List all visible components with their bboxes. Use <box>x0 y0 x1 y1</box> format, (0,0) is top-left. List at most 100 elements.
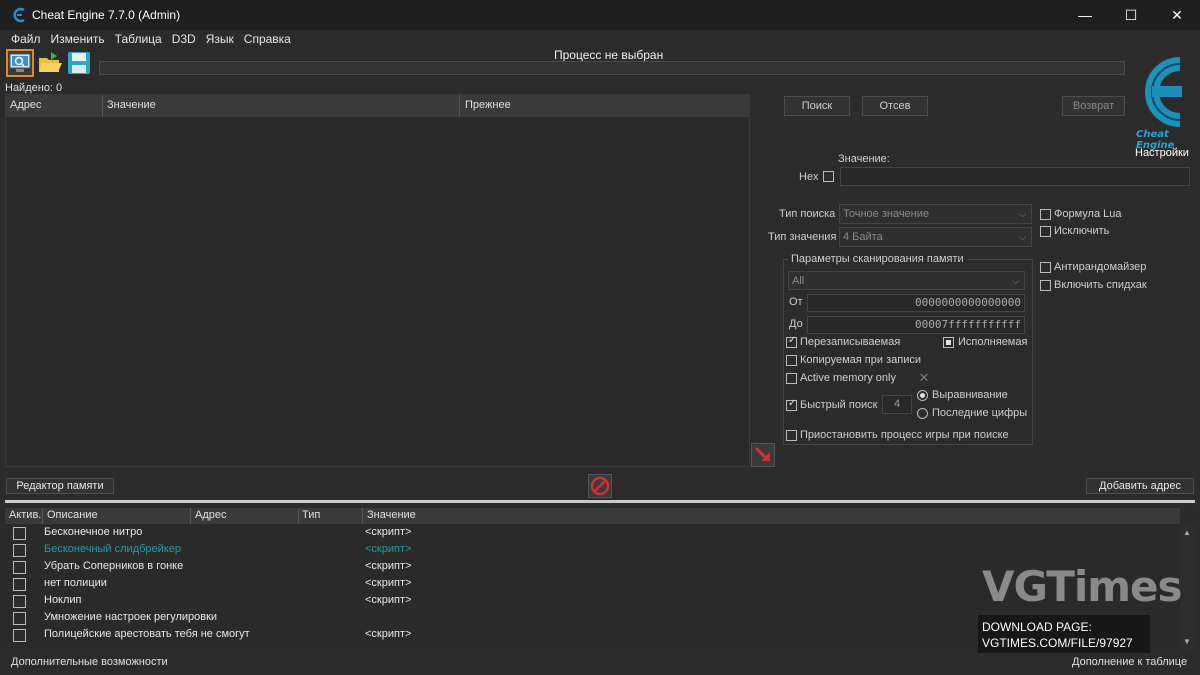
not-checkbox[interactable] <box>1040 226 1051 237</box>
close-icon[interactable]: ✕ <box>914 368 934 388</box>
scan-type-label: Тип поиска <box>779 208 836 220</box>
open-process-icon <box>9 53 31 72</box>
alignment-radio[interactable] <box>917 390 928 401</box>
save-button[interactable] <box>66 50 94 78</box>
open-process-button[interactable] <box>6 49 34 77</box>
column-value[interactable]: Значение <box>367 509 416 521</box>
active-checkbox[interactable] <box>13 612 26 625</box>
active-memory-checkbox[interactable] <box>786 373 797 384</box>
writable-checkbox[interactable] <box>786 335 797 348</box>
settings-link[interactable]: Настройки <box>1135 147 1189 159</box>
scan-type-select[interactable]: Точное значение ⌵ <box>839 204 1032 224</box>
column-address[interactable]: Адрес <box>195 509 227 521</box>
table-row[interactable]: Бесконечный слидбрейкер <скрипт> <box>5 542 1180 559</box>
column-separator <box>459 95 460 117</box>
cheat-engine-logo[interactable]: Cheat Engine <box>1128 50 1196 151</box>
found-list[interactable]: Адрес Значение Прежнее <box>5 94 750 467</box>
active-checkbox[interactable] <box>13 561 26 574</box>
fast-scan-checkbox[interactable] <box>786 398 797 411</box>
writable-label: Перезаписываемая <box>800 336 901 348</box>
window-title: Cheat Engine 7.7.0 (Admin) <box>32 8 181 22</box>
chevron-down-icon: ⌵ <box>1012 276 1019 286</box>
unrandomizer-checkbox[interactable] <box>1040 262 1051 273</box>
active-checkbox[interactable] <box>13 629 26 642</box>
column-type[interactable]: Тип <box>302 509 320 521</box>
menu-bar: Файл Изменить Таблица D3D Язык Справка <box>0 30 1200 48</box>
row-description: нет полиции <box>44 577 107 589</box>
copy-on-write-checkbox[interactable] <box>786 355 797 366</box>
stop-address-input[interactable]: 00007fffffffffff <box>807 316 1025 334</box>
column-description[interactable]: Описание <box>47 509 98 521</box>
row-description: Бесконечное нитро <box>44 526 143 538</box>
watermark-title: VGTimes <box>982 562 1183 611</box>
open-file-button[interactable] <box>37 50 65 78</box>
menu-file[interactable]: Файл <box>6 31 46 47</box>
watermark-line-1: DOWNLOAD PAGE: <box>982 620 1092 634</box>
row-description: Умножение настроек регулировки <box>44 611 218 623</box>
fast-scan-label: Быстрый поиск <box>800 399 878 411</box>
row-description: Полицейские арестовать тебя не смогут <box>44 628 250 640</box>
to-label: До <box>789 318 803 330</box>
unrandomizer-label: Антирандомайзер <box>1054 261 1147 273</box>
undo-scan-button[interactable]: Возврат <box>1062 96 1125 116</box>
memory-view-button[interactable]: Редактор памяти <box>6 478 114 494</box>
column-separator <box>42 508 43 524</box>
from-label: От <box>789 296 803 308</box>
fast-scan-alignment-input[interactable]: 4 <box>882 395 912 414</box>
scan-value-input[interactable] <box>840 167 1190 186</box>
scan-type-value: Точное значение <box>843 208 930 220</box>
open-file-icon <box>39 52 62 72</box>
pause-process-checkbox[interactable] <box>786 430 797 441</box>
active-checkbox[interactable] <box>13 595 26 608</box>
menu-help[interactable]: Справка <box>239 31 296 47</box>
lua-formula-checkbox[interactable] <box>1040 209 1051 220</box>
menu-edit[interactable]: Изменить <box>46 31 110 47</box>
active-checkbox[interactable] <box>13 544 26 557</box>
maximize-button[interactable]: ☐ <box>1108 0 1154 30</box>
active-checkbox[interactable] <box>13 527 26 540</box>
next-scan-button[interactable]: Отсев <box>862 96 928 116</box>
scroll-up-icon[interactable]: ▲ <box>1183 528 1191 537</box>
executable-checkbox[interactable] <box>943 337 954 348</box>
speedhack-checkbox[interactable] <box>1040 280 1051 291</box>
copy-on-write-label: Копируемая при записи <box>800 354 921 366</box>
memory-scan-options-title: Параметры сканирования памяти <box>788 253 967 265</box>
column-previous[interactable]: Прежнее <box>465 99 511 111</box>
menu-table[interactable]: Таблица <box>110 31 167 47</box>
row-description: Убрать Соперников в гонке <box>44 560 184 572</box>
scroll-down-icon[interactable]: ▼ <box>1183 637 1191 646</box>
hex-label: Hex <box>799 171 819 183</box>
row-value: <скрипт> <box>365 577 412 589</box>
memory-region-value: All <box>792 275 805 287</box>
row-description: Бесконечный слидбрейкер <box>44 543 181 555</box>
title-bar: Cheat Engine 7.7.0 (Admin) — ☐ ✕ <box>0 0 1200 30</box>
table-extras-link[interactable]: Дополнение к таблице <box>1072 656 1187 668</box>
found-list-header: Адрес Значение Прежнее <box>6 95 749 117</box>
chevron-down-icon: ⌵ <box>1019 232 1026 242</box>
last-digits-radio[interactable] <box>917 408 928 419</box>
row-value: <скрипт> <box>365 543 412 555</box>
active-checkbox[interactable] <box>13 578 26 591</box>
hex-checkbox[interactable] <box>823 171 834 182</box>
advanced-options-link[interactable]: Дополнительные возможности <box>11 656 168 668</box>
value-type-select[interactable]: 4 Байта ⌵ <box>839 227 1032 247</box>
add-selected-to-list-button[interactable] <box>751 443 775 467</box>
lua-formula-label: Формула Lua <box>1054 208 1122 220</box>
table-scrollbar[interactable]: ▲ ▼ <box>1180 524 1195 650</box>
column-value[interactable]: Значение <box>107 99 156 111</box>
splitter[interactable] <box>5 500 1195 503</box>
minimize-button[interactable]: — <box>1062 0 1108 30</box>
column-address[interactable]: Адрес <box>10 99 42 111</box>
menu-d3d[interactable]: D3D <box>167 31 201 47</box>
add-address-button[interactable]: Добавить адрес <box>1086 478 1194 494</box>
start-address-input[interactable]: 0000000000000000 <box>807 294 1025 312</box>
menu-language[interactable]: Язык <box>201 31 239 47</box>
pause-process-label: Приостановить процесс игры при поиске <box>800 429 1009 441</box>
clear-list-button[interactable] <box>588 474 612 498</box>
table-row[interactable]: Бесконечное нитро <скрипт> <box>5 525 1180 542</box>
memory-region-select[interactable]: All ⌵ <box>788 271 1025 290</box>
column-active[interactable]: Актив. <box>9 509 41 521</box>
not-label: Исключить <box>1054 225 1110 237</box>
close-button[interactable]: ✕ <box>1154 0 1200 30</box>
first-scan-button[interactable]: Поиск <box>784 96 850 116</box>
